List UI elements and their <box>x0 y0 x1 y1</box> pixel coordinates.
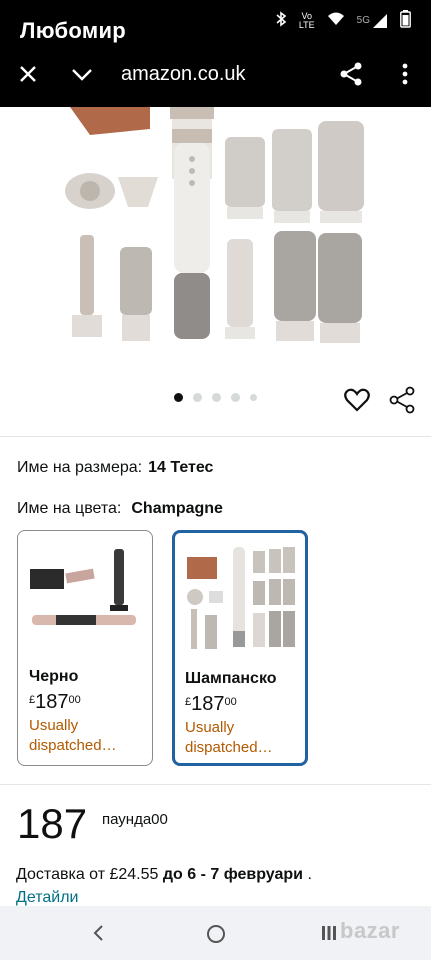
bluetooth-icon <box>275 11 287 30</box>
heart-icon[interactable] <box>343 386 371 414</box>
home-icon[interactable] <box>206 924 226 944</box>
delivery-info: Доставка от £24.55 до 6 - 7 февруари . <box>16 866 312 883</box>
size-value: 14 Тетес <box>148 459 214 476</box>
swatch-name: Шампанско <box>185 670 277 687</box>
swatch-image <box>187 547 295 649</box>
color-label: Име на цвета: <box>17 500 122 517</box>
pagination-dot[interactable] <box>231 393 240 402</box>
price-unit: паунда00 <box>102 811 168 828</box>
swatch-availability: Usually dispatched… <box>185 719 273 756</box>
url-bar: amazon.co.uk <box>0 50 431 100</box>
swatch-image <box>30 549 136 625</box>
swatch-availability: Usually dispatched… <box>29 717 117 754</box>
size-row: Име на размера: 14 Тетес <box>17 459 213 477</box>
pagination-dot[interactable] <box>250 394 257 401</box>
product-price: 187 <box>17 800 88 847</box>
status-icons: Vo LTE 5G <box>275 10 411 31</box>
close-icon[interactable] <box>16 62 40 86</box>
browser-top-bar: Любомир Vo LTE 5G amazon.co.uk <box>0 0 431 107</box>
share-icon[interactable] <box>338 61 364 87</box>
divider <box>0 784 431 785</box>
watermark-logo: bazar <box>340 918 400 943</box>
volte-icon: Vo LTE <box>298 10 315 30</box>
swatch-price: £18700 <box>29 691 81 713</box>
pagination-dot[interactable] <box>193 393 202 402</box>
size-label: Име на размера: <box>17 459 143 476</box>
color-row: Име на цвета: Champagne <box>17 500 223 518</box>
color-swatch-black[interactable]: Черно £18700 Usually dispatched… <box>17 530 153 766</box>
pagination-dot[interactable] <box>212 393 221 402</box>
color-swatch-champagne[interactable]: Шампанско £18700 Usually dispatched… <box>172 530 308 766</box>
status-bar: Любомир Vo LTE 5G <box>0 0 431 43</box>
delivery-date: до 6 - 7 февруари <box>162 866 303 883</box>
divider <box>0 436 431 437</box>
battery-icon <box>400 10 411 31</box>
gallery-pagination <box>174 393 257 402</box>
swatch-price: £18700 <box>185 693 237 715</box>
more-options-icon[interactable] <box>392 61 418 87</box>
chevron-down-icon[interactable] <box>70 62 94 86</box>
details-link[interactable]: Детайли <box>16 889 78 907</box>
5g-signal-icon: 5G <box>357 13 388 29</box>
swatch-name: Черно <box>29 668 79 685</box>
username-overlay: Любомир <box>20 18 127 43</box>
share-icon[interactable] <box>388 386 416 414</box>
color-value: Champagne <box>131 500 223 517</box>
page-domain[interactable]: amazon.co.uk <box>121 63 246 86</box>
wifi-icon <box>327 12 345 29</box>
back-icon[interactable] <box>90 924 108 942</box>
recents-icon[interactable] <box>320 924 338 942</box>
pagination-dot[interactable] <box>174 393 183 402</box>
